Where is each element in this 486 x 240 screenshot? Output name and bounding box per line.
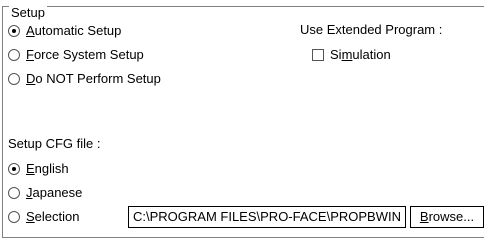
cfg-path-input[interactable]: C:\PROGRAM FILES\PRO-FACE\PROPBWIN: [128, 206, 406, 228]
radio-force-system-setup-label: Force System Setup: [26, 47, 144, 62]
radio-selection-label: Selection: [26, 209, 80, 224]
setup-groupbox: Setup: [2, 6, 484, 238]
radio-unselected-icon: [8, 211, 20, 223]
radio-english-label: English: [26, 161, 69, 176]
setup-cfg-label: Setup CFG file :: [8, 136, 101, 151]
radio-force-system-setup[interactable]: Force System Setup: [8, 46, 144, 64]
radio-japanese-label: Japanese: [26, 185, 83, 200]
radio-do-not-perform-setup[interactable]: Do NOT Perform Setup: [8, 70, 161, 88]
checkbox-unchecked-icon: [312, 49, 324, 61]
browse-button[interactable]: Browse...: [410, 206, 484, 228]
radio-selection[interactable]: Selection: [8, 208, 79, 226]
radio-automatic-setup-label: Automatic Setup: [26, 23, 122, 38]
radio-selected-icon: [8, 25, 20, 37]
radio-unselected-icon: [8, 73, 20, 85]
radio-selected-icon: [8, 163, 20, 175]
simulation-checkbox-label: Simulation: [330, 47, 391, 62]
radio-english[interactable]: English: [8, 160, 69, 178]
radio-unselected-icon: [8, 49, 20, 61]
radio-automatic-setup[interactable]: Automatic Setup: [8, 22, 121, 40]
simulation-checkbox[interactable]: Simulation: [312, 46, 391, 64]
radio-unselected-icon: [8, 187, 20, 199]
radio-do-not-perform-setup-label: Do NOT Perform Setup: [26, 71, 161, 86]
setup-group-title: Setup: [9, 5, 47, 20]
extended-program-label: Use Extended Program :: [300, 22, 443, 37]
radio-japanese[interactable]: Japanese: [8, 184, 82, 202]
